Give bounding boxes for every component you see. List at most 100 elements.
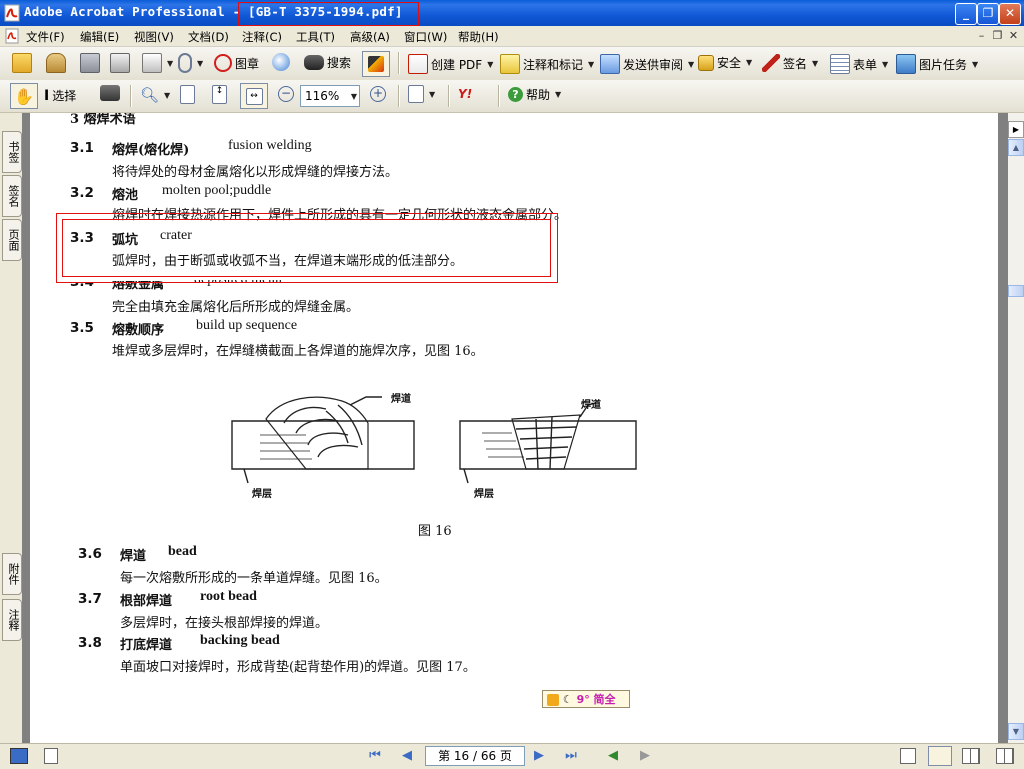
last-page-button[interactable]: ⏭ (562, 748, 580, 764)
yahoo-button[interactable]: Y! (458, 87, 472, 101)
save-button[interactable] (80, 53, 100, 73)
camera-icon (100, 85, 120, 101)
menu-window[interactable]: 窗口(W) (404, 29, 447, 45)
signatures-tab[interactable]: 签名 (2, 175, 22, 217)
entry-number: 3.1 (70, 140, 94, 156)
binoculars-icon (304, 55, 324, 70)
floppy-disk-icon (80, 53, 100, 73)
stamp-button[interactable]: 图章 (214, 54, 259, 72)
continuous-page-icon[interactable] (928, 746, 952, 766)
ime-logo-icon (547, 694, 559, 706)
menu-view[interactable]: 视图(V) (134, 29, 174, 45)
menu-file[interactable]: 文件(F) (26, 29, 65, 45)
scroll-down-button[interactable]: ▼ (1008, 723, 1024, 740)
first-page-button[interactable]: ⏮ (366, 748, 384, 764)
tasks-toolbar: ✋ I 选择 🔍︎ ▼ ↕ ↔ − 116% ▼ + ▼ Y! ? 帮助 ▼ (0, 80, 1024, 113)
continuous-facing-icon[interactable] (996, 748, 1014, 764)
select-label: 选择 (52, 89, 77, 103)
picture-tasks-icon (896, 54, 916, 74)
send-review-button[interactable]: 发送供审阅 ▼ (600, 54, 694, 74)
menu-comments[interactable]: 注释(C) (242, 29, 282, 45)
forms-button[interactable]: 表单 ▼ (830, 54, 888, 74)
chevron-down-icon: ▼ (350, 91, 357, 101)
document-menu-icon[interactable] (4, 28, 20, 44)
picture-tasks-button[interactable]: 图片任务 ▼ (896, 54, 978, 74)
entry-term: 打底焊道 (120, 638, 173, 653)
pages-tab[interactable]: 页面 (2, 219, 22, 261)
page-number-field[interactable]: 第 16 / 66 页 (425, 746, 525, 766)
comment-markup-button[interactable]: 注释和标记 ▼ (500, 54, 594, 74)
highlight-tool-button[interactable] (362, 51, 390, 77)
menu-document[interactable]: 文档(D) (188, 29, 229, 45)
entry-definition: 将待焊处的母材金属熔化以形成焊缝的焊接方法。 (112, 165, 399, 180)
email-button[interactable] (272, 53, 290, 71)
sign-button[interactable]: 签名 ▼ (762, 54, 818, 72)
single-page-icon[interactable] (900, 748, 916, 764)
scroll-thumb[interactable] (1008, 285, 1024, 297)
create-pdf-icon (408, 54, 428, 74)
facing-pages-icon[interactable] (962, 748, 980, 764)
entry-number: 3.8 (78, 635, 102, 651)
select-tool-button[interactable]: I 选择 (44, 87, 76, 104)
entry-number: 3.7 (78, 591, 102, 607)
email-icon (272, 53, 290, 71)
document-view[interactable]: 3 熔焊术语 3.1 熔焊(熔化焊) fusion welding 将待焊处的母… (22, 113, 1008, 743)
scroll-right-icon[interactable]: ▶ (1008, 121, 1024, 138)
figure-label-layer-left: 焊层 (252, 489, 272, 500)
nav-pane-toggle-icon[interactable] (10, 748, 28, 764)
acrobat-icon (4, 4, 20, 22)
menu-advanced[interactable]: 高级(A) (350, 29, 390, 45)
help-button[interactable]: ? 帮助 ▼ (508, 86, 561, 103)
menu-edit[interactable]: 编辑(E) (80, 29, 119, 45)
back-view-button[interactable]: ◀ (604, 748, 622, 764)
folder-open-icon (12, 53, 32, 73)
rotate-view-button[interactable]: ▼ (408, 85, 435, 103)
menu-tools[interactable]: 工具(T) (296, 29, 335, 45)
entry-number: 3.2 (70, 185, 94, 201)
ime-toolbar[interactable]: ☾ 9° 简全 (542, 690, 630, 708)
close-button[interactable]: ✕ (999, 3, 1021, 25)
security-button[interactable]: 安全 ▼ (698, 54, 752, 71)
page-options-icon[interactable] (44, 748, 58, 764)
create-pdf-button[interactable]: 创建 PDF ▼ (408, 54, 493, 74)
page-actual-size-icon (180, 85, 195, 104)
zoom-in-button[interactable]: + (370, 86, 386, 102)
open-button[interactable] (12, 53, 32, 73)
attachments-tab[interactable]: 附件 (2, 553, 22, 595)
title-bar: Adobe Acrobat Professional - [GB-T 3375-… (0, 0, 1024, 26)
entry-number: 3.6 (78, 546, 102, 562)
organizer-icon (46, 53, 66, 73)
comments-tab[interactable]: 注释 (2, 599, 22, 641)
doc-restore-button[interactable]: ❐ (990, 28, 1005, 43)
search-button[interactable]: 搜索 (304, 54, 351, 71)
export-button[interactable]: ▼ (142, 53, 173, 73)
next-page-button[interactable]: ▶ (530, 748, 548, 764)
comment-markup-label: 注释和标记 (523, 57, 584, 72)
toolbar-separator (498, 85, 500, 107)
fit-page-button[interactable]: ↕ (212, 85, 227, 104)
send-review-icon (600, 54, 620, 74)
snapshot-button[interactable] (100, 85, 120, 101)
zoom-level-field[interactable]: 116% ▼ (300, 85, 360, 107)
print-button[interactable] (110, 53, 130, 73)
zoom-in-tool-button[interactable]: 🔍︎ ▼ (140, 86, 170, 104)
organizer-button[interactable] (46, 53, 66, 73)
actual-size-button[interactable] (180, 85, 195, 104)
status-bar: ⏮ ◀ 第 16 / 66 页 ▶ ⏭ ◀ ▶ (0, 743, 1024, 769)
scroll-up-button[interactable]: ▲ (1008, 139, 1024, 156)
doc-minimize-button[interactable]: – (974, 28, 989, 43)
bookmarks-tab[interactable]: 书签 (2, 131, 22, 173)
restore-button[interactable]: ❐ (977, 3, 999, 25)
entry-definition: 单面坡口对接焊时，形成背垫(起背垫作用)的焊道。见图 17。 (120, 660, 476, 675)
menu-help[interactable]: 帮助(H) (458, 29, 499, 45)
fit-width-button[interactable]: ↔ (240, 83, 268, 109)
entry-number: 3.5 (70, 320, 94, 336)
forward-view-button[interactable]: ▶ (636, 748, 654, 764)
minimize-button[interactable]: _ (955, 3, 977, 25)
doc-close-button[interactable]: ✕ (1006, 28, 1021, 43)
attach-button[interactable]: ▼ (178, 53, 203, 73)
zoom-out-button[interactable]: − (278, 86, 294, 102)
previous-page-button[interactable]: ◀ (398, 748, 416, 764)
hand-tool-button[interactable]: ✋ (10, 83, 38, 109)
vertical-scrollbar[interactable]: ▶ ▲ ▼ (1008, 113, 1024, 743)
